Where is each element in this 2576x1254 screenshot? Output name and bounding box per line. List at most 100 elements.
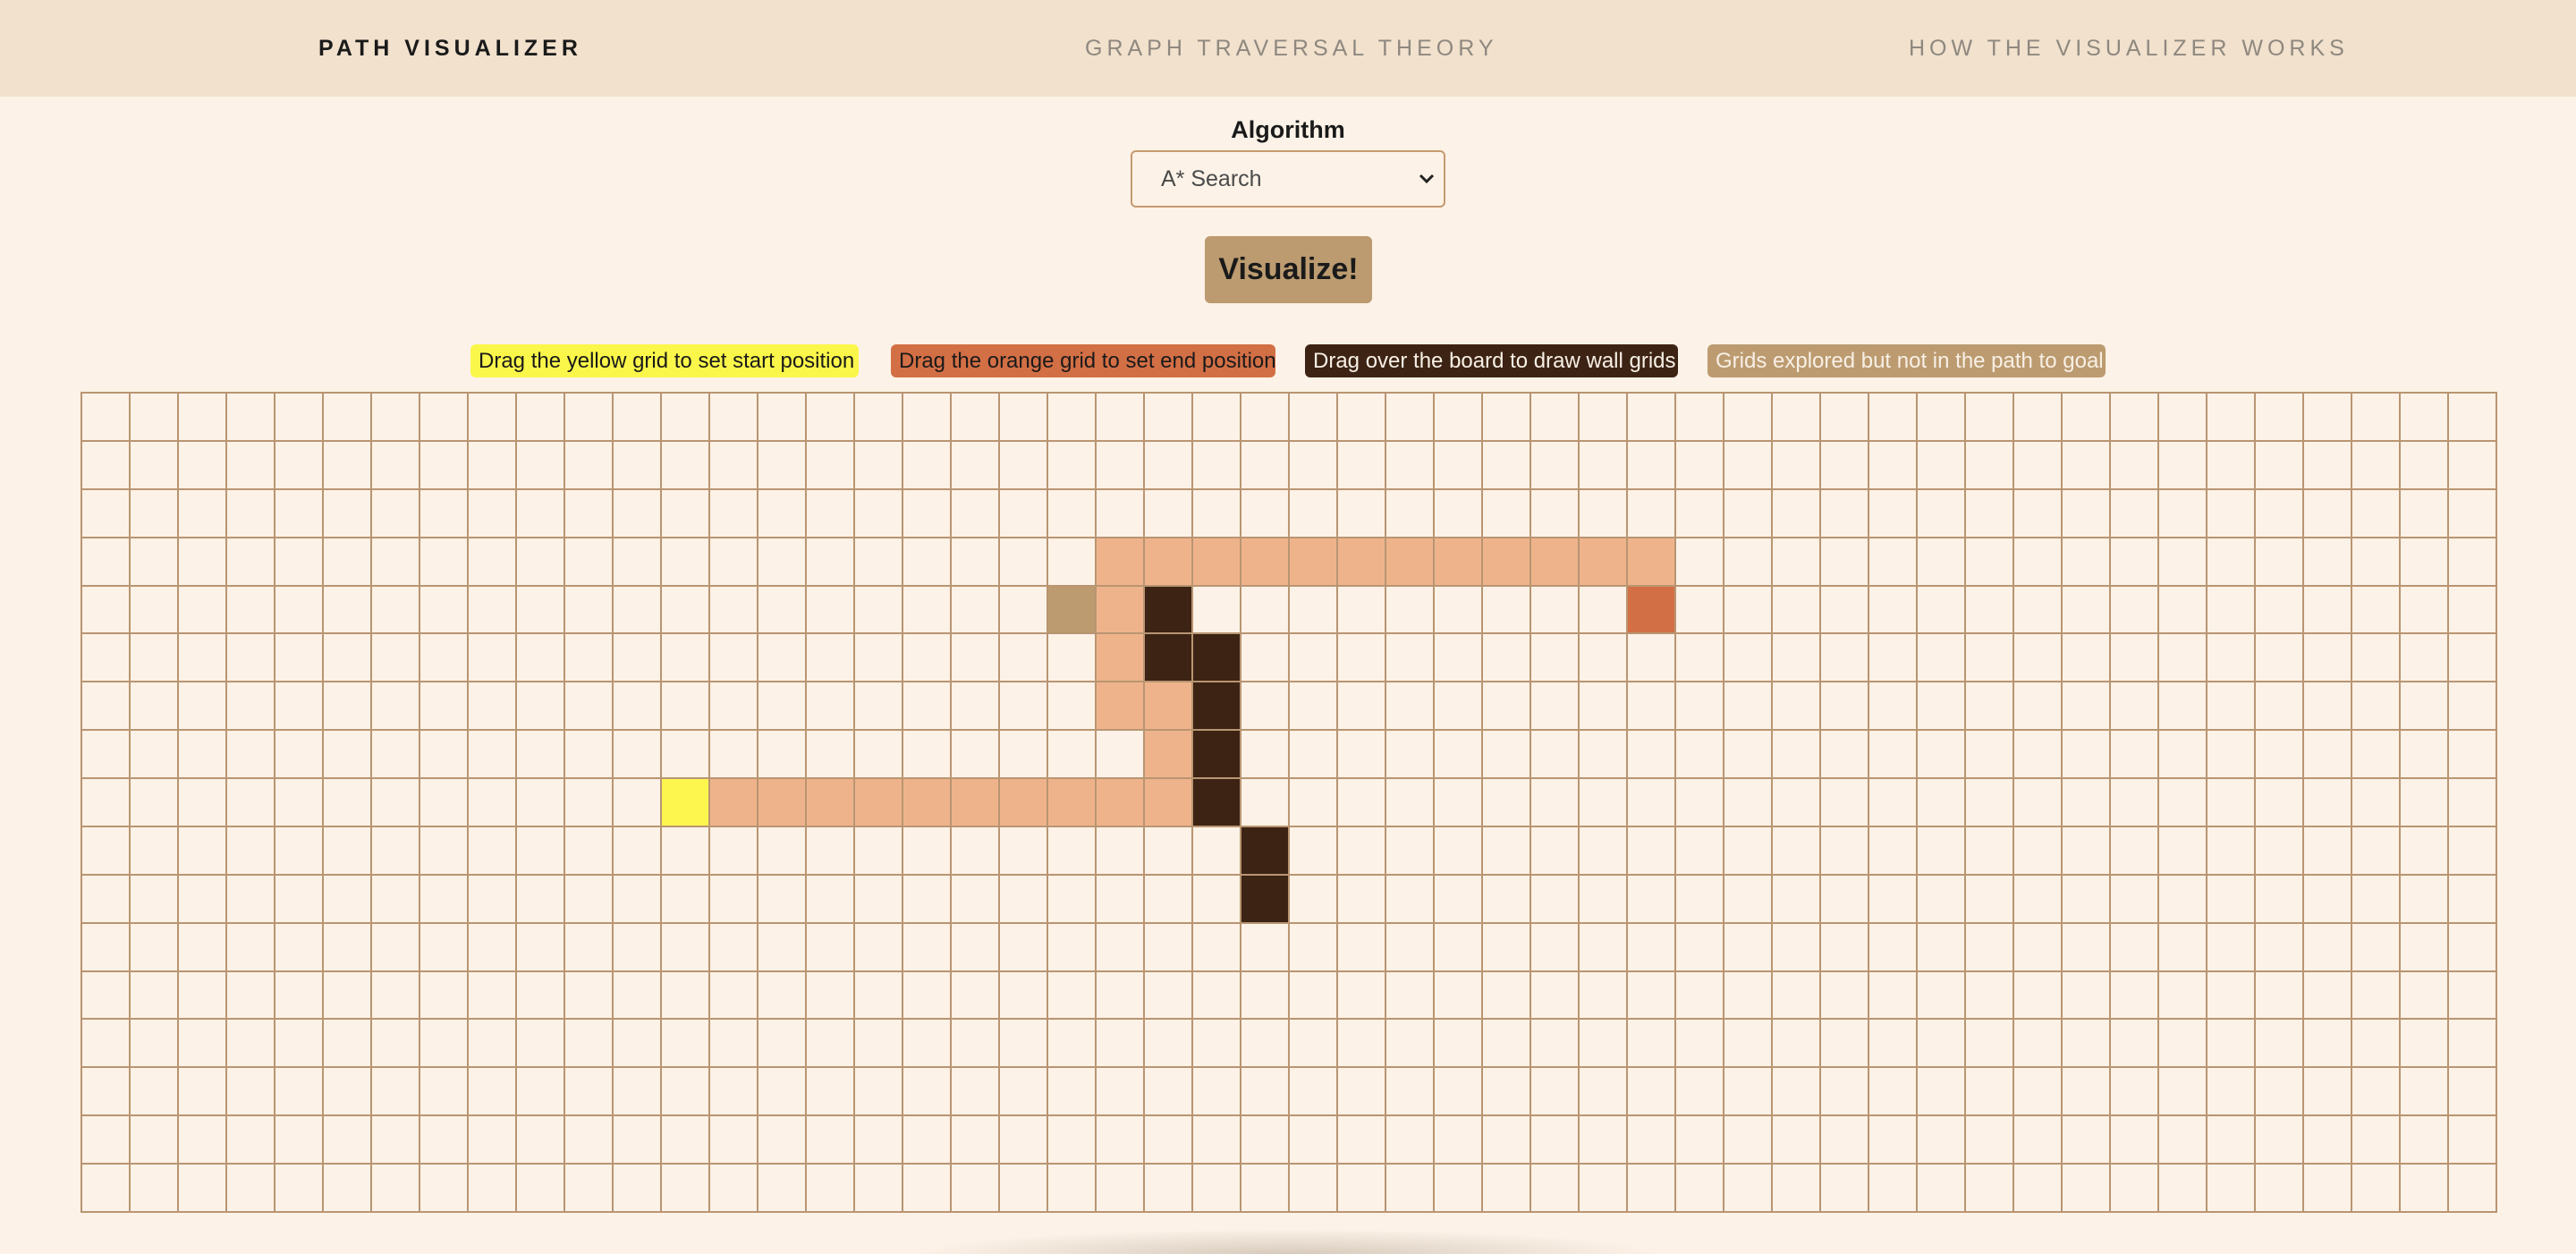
grid-cell[interactable] [1869, 971, 1918, 1021]
grid-cell[interactable] [275, 779, 324, 827]
grid-cell-explored[interactable] [1048, 586, 1097, 635]
grid-cell[interactable] [1918, 923, 1966, 972]
grid-cell[interactable] [807, 682, 855, 732]
grid-cell[interactable] [324, 1068, 372, 1117]
grid-cell[interactable] [1145, 441, 1193, 490]
grid-cell[interactable] [1676, 586, 1724, 635]
grid-cell[interactable] [1386, 779, 1435, 827]
grid-cell[interactable] [1097, 826, 1145, 876]
grid-cell[interactable] [2207, 538, 2256, 587]
grid-cell[interactable] [1676, 1068, 1724, 1117]
grid-cell-path[interactable] [1145, 682, 1193, 732]
grid-cell[interactable] [2401, 1068, 2449, 1117]
grid-cell-path[interactable] [1097, 634, 1145, 683]
grid-cell[interactable] [227, 971, 275, 1021]
grid-cell[interactable] [1290, 971, 1338, 1021]
grid-cell[interactable] [2449, 971, 2497, 1021]
grid-cell[interactable] [2159, 1165, 2207, 1213]
grid-cell[interactable] [2111, 731, 2159, 780]
grid-cell[interactable] [1048, 875, 1097, 924]
grid-cell[interactable] [2352, 394, 2401, 442]
grid-cell[interactable] [1869, 441, 1918, 490]
grid-cell[interactable] [227, 586, 275, 635]
grid-cell[interactable] [1193, 586, 1241, 635]
grid-cell[interactable] [131, 731, 179, 780]
grid-cell[interactable] [324, 394, 372, 442]
grid-cell[interactable] [2401, 394, 2449, 442]
grid-cell[interactable] [372, 875, 420, 924]
grid-cell[interactable] [2159, 1068, 2207, 1117]
grid-cell[interactable] [758, 682, 807, 732]
grid-cell[interactable] [469, 779, 517, 827]
grid-cell[interactable] [1338, 875, 1386, 924]
grid-cell[interactable] [710, 1068, 758, 1117]
grid-cell[interactable] [2352, 538, 2401, 587]
grid-cell[interactable] [469, 634, 517, 683]
grid-cell[interactable] [275, 1020, 324, 1069]
grid-cell[interactable] [179, 731, 227, 780]
grid-cell[interactable] [131, 586, 179, 635]
grid-cell[interactable] [2256, 731, 2304, 780]
grid-cell[interactable] [1918, 586, 1966, 635]
grid-cell[interactable] [517, 923, 565, 972]
grid-cell[interactable] [1821, 394, 1869, 442]
grid-cell[interactable] [1676, 923, 1724, 972]
grid-cell[interactable] [1338, 923, 1386, 972]
grid-cell[interactable] [372, 394, 420, 442]
grid-cell[interactable] [1193, 489, 1241, 538]
grid-cell-path[interactable] [1531, 538, 1580, 587]
grid-cell[interactable] [1773, 1165, 1821, 1213]
grid-cell[interactable] [179, 779, 227, 827]
grid-cell[interactable] [1580, 682, 1628, 732]
grid-cell[interactable] [1580, 875, 1628, 924]
grid-cell[interactable] [855, 971, 903, 1021]
grid-cell[interactable] [1290, 1116, 1338, 1165]
grid-cell[interactable] [1628, 1116, 1676, 1165]
grid-cell[interactable] [807, 586, 855, 635]
grid-cell[interactable] [1869, 731, 1918, 780]
grid-cell[interactable] [1145, 1020, 1193, 1069]
grid-cell[interactable] [1628, 1068, 1676, 1117]
grid-cell[interactable] [82, 1116, 131, 1165]
grid-cell[interactable] [2256, 441, 2304, 490]
grid-cell[interactable] [662, 875, 710, 924]
grid-cell[interactable] [2159, 826, 2207, 876]
grid-cell[interactable] [131, 875, 179, 924]
grid-cell[interactable] [131, 923, 179, 972]
grid-cell[interactable] [1000, 731, 1048, 780]
grid-cell[interactable] [372, 538, 420, 587]
grid-cell[interactable] [420, 731, 469, 780]
grid-cell-path[interactable] [903, 779, 952, 827]
grid-cell[interactable] [1386, 826, 1435, 876]
grid-cell[interactable] [1676, 826, 1724, 876]
grid-cell[interactable] [1821, 634, 1869, 683]
grid-cell[interactable] [517, 826, 565, 876]
grid-cell[interactable] [2063, 489, 2111, 538]
grid-cell[interactable] [2304, 538, 2352, 587]
grid-cell[interactable] [1048, 826, 1097, 876]
grid-cell-path[interactable] [952, 779, 1000, 827]
grid-cell[interactable] [2207, 489, 2256, 538]
grid-cell[interactable] [710, 538, 758, 587]
grid-cell[interactable] [372, 1116, 420, 1165]
grid-cell[interactable] [2449, 826, 2497, 876]
grid-cell[interactable] [517, 1116, 565, 1165]
grid-cell[interactable] [758, 394, 807, 442]
grid-cell[interactable] [565, 1165, 614, 1213]
grid-cell[interactable] [2111, 441, 2159, 490]
grid-cell[interactable] [1241, 1165, 1290, 1213]
grid-cell[interactable] [1966, 779, 2014, 827]
grid-cell[interactable] [179, 489, 227, 538]
grid-cell[interactable] [2256, 971, 2304, 1021]
grid-cell[interactable] [1918, 731, 1966, 780]
grid-cell[interactable] [1193, 441, 1241, 490]
grid-cell[interactable] [1918, 394, 1966, 442]
grid-cell[interactable] [2111, 1116, 2159, 1165]
grid-cell[interactable] [2063, 586, 2111, 635]
grid-cell[interactable] [1435, 971, 1483, 1021]
grid-cell[interactable] [1628, 826, 1676, 876]
grid-cell[interactable] [855, 634, 903, 683]
grid-cell-path[interactable] [1145, 779, 1193, 827]
grid-cell[interactable] [903, 1165, 952, 1213]
grid-cell[interactable] [2111, 1068, 2159, 1117]
